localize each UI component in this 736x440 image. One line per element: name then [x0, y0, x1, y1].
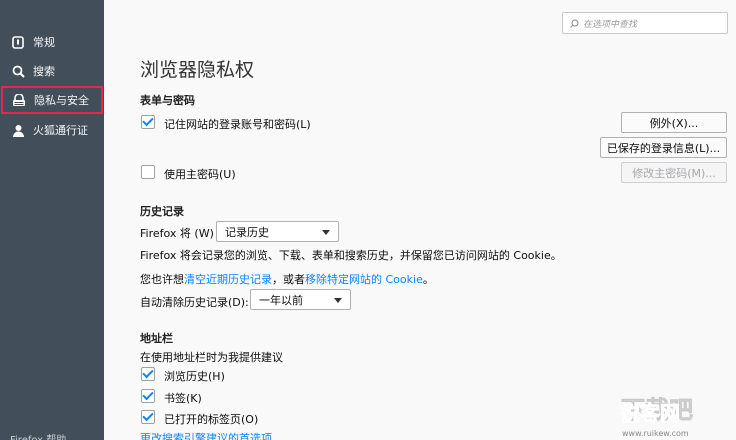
dropdown-arrow-icon — [334, 298, 342, 303]
watermark-logo: 下载吧 锐客网 www.ruikew.com — [617, 378, 732, 440]
history-mode-select[interactable]: 记录历史 — [216, 221, 339, 242]
suggest-open-tabs-label: 已打开的标签页(O) — [164, 413, 259, 426]
search-icon — [570, 19, 579, 28]
page-title: 浏览器隐私权 — [140, 59, 255, 81]
history-mode-value: 记录历史 — [225, 225, 269, 239]
sidebar-item-label: 火狐通行证 — [33, 124, 88, 137]
sidebar-item-label: 常规 — [33, 36, 55, 49]
history-suggestion: 您也许想清空近期历史记录，或者移除特定网站的 Cookie。 — [140, 271, 434, 287]
account-icon — [11, 123, 25, 137]
saved-logins-button[interactable]: 已保存的登录信息(L)... — [600, 137, 727, 158]
search-icon — [11, 64, 25, 78]
change-search-suggestions-link[interactable]: 更改搜索引擎建议的首选项 — [140, 430, 272, 440]
auto-clear-select[interactable]: 一年以前 — [250, 289, 351, 310]
change-master-password-button[interactable]: 修改主密码(M)... — [621, 162, 727, 183]
suggest-history-checkbox[interactable] — [141, 367, 155, 381]
auto-clear-value: 一年以前 — [259, 293, 303, 307]
suggestion-prefix: 您也许想 — [140, 273, 184, 286]
sidebar-item-general[interactable]: 常规 — [0, 28, 104, 56]
watermark-url: www.ruikew.com — [622, 429, 689, 438]
watermark-text: 锐客网 — [620, 401, 680, 425]
history-mode-label: Firefox 将 (W) — [140, 227, 214, 240]
general-icon — [11, 35, 25, 49]
forms-heading: 表单与密码 — [140, 94, 195, 107]
sidebar-item-label: 隐私与安全 — [34, 94, 89, 107]
help-link[interactable]: Firefox 帮助 — [10, 431, 66, 440]
suggestion-middle: ，或者 — [272, 273, 305, 286]
main-content: 在选项中查找 浏览器隐私权 表单与密码 记住网站的登录账号和密码(L) 例外(X… — [104, 0, 736, 440]
suggest-open-tabs-checkbox[interactable] — [141, 410, 155, 424]
suggest-bookmarks-checkbox[interactable] — [141, 389, 155, 403]
lock-icon — [12, 93, 26, 107]
clear-recent-history-link[interactable]: 清空近期历史记录 — [184, 273, 272, 286]
suggest-bookmarks-label: 书签(K) — [164, 392, 202, 405]
remember-logins-label: 记住网站的登录账号和密码(L) — [164, 118, 311, 131]
master-password-label: 使用主密码(U) — [164, 168, 236, 181]
remember-logins-checkbox[interactable] — [141, 115, 155, 129]
search-placeholder: 在选项中查找 — [583, 19, 638, 30]
sidebar-item-label: 搜索 — [33, 65, 55, 78]
address-bar-description: 在使用地址栏时为我提供建议 — [140, 351, 283, 364]
history-description: Firefox 将会记录您的浏览、下载、表单和搜索历史，并保留您已访问网站的 C… — [140, 249, 562, 262]
sidebar-item-privacy[interactable]: 隐私与安全 — [1, 86, 103, 114]
sidebar: 常规 搜索 隐私与安全 火狐通行证 Firefox 帮助 — [0, 0, 104, 440]
suggestion-suffix: 。 — [422, 273, 434, 286]
history-heading: 历史记录 — [140, 205, 184, 218]
search-input[interactable]: 在选项中查找 — [562, 12, 728, 34]
sidebar-item-search[interactable]: 搜索 — [0, 57, 104, 85]
suggest-history-label: 浏览历史(H) — [164, 370, 225, 383]
sidebar-item-account[interactable]: 火狐通行证 — [0, 116, 104, 144]
exceptions-button[interactable]: 例外(X)... — [621, 112, 727, 133]
master-password-checkbox[interactable] — [141, 165, 155, 179]
auto-clear-label: 自动清除历史记录(D): — [140, 296, 249, 309]
address-bar-heading: 地址栏 — [140, 332, 173, 345]
dropdown-arrow-icon — [322, 230, 330, 235]
remove-cookies-link[interactable]: 移除特定网站的 Cookie — [305, 273, 423, 286]
